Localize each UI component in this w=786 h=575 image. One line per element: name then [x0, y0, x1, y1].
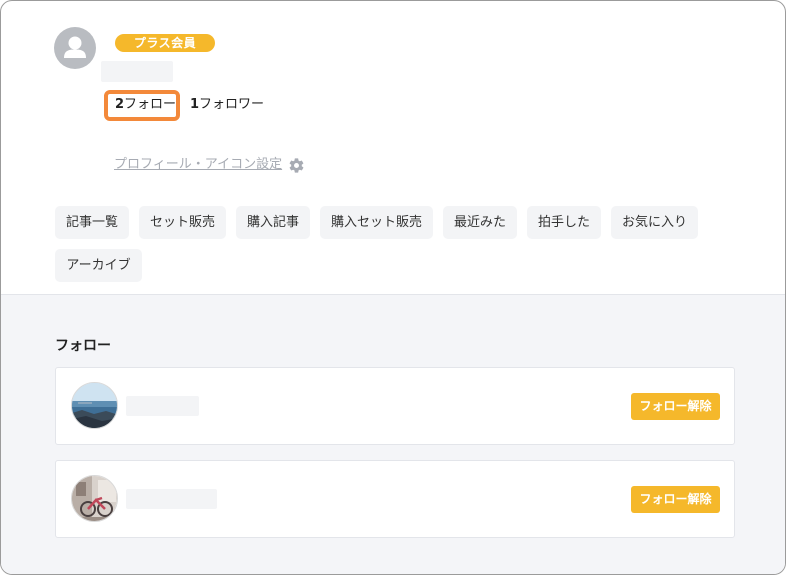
followers-count-link[interactable]: 1フォロワー [190, 97, 264, 113]
tab-purchased-articles[interactable]: 購入記事 [236, 206, 310, 239]
tab-applauded[interactable]: 拍手した [527, 206, 601, 239]
follow-user-card: フォロー解除 [55, 460, 735, 538]
tab-set-sales[interactable]: セット販売 [139, 206, 226, 239]
following-count-link[interactable]: 2フォロー [115, 97, 176, 113]
tab-archive[interactable]: アーカイブ [55, 249, 142, 282]
following-label: フォロー [124, 97, 177, 112]
user-avatar-bicycle-image[interactable] [71, 475, 118, 522]
user-name-placeholder [126, 396, 199, 416]
user-avatar-icon[interactable] [54, 27, 96, 69]
followers-count: 1 [190, 97, 200, 112]
gear-icon [288, 157, 305, 174]
tab-purchased-sets[interactable]: 購入セット販売 [320, 206, 433, 239]
follow-section-title: フォロー [55, 338, 111, 354]
user-name-placeholder [101, 61, 173, 82]
followers-label: フォロワー [199, 97, 265, 112]
unfollow-button[interactable]: フォロー解除 [631, 486, 720, 513]
following-count: 2 [115, 97, 125, 112]
unfollow-button[interactable]: フォロー解除 [631, 393, 720, 420]
follow-user-card: フォロー解除 [55, 367, 735, 445]
tab-favorites[interactable]: お気に入り [611, 206, 698, 239]
tab-articles[interactable]: 記事一覧 [55, 206, 129, 239]
follow-list-section: フォロー フォロー解除 フォロー解除 [1, 294, 785, 574]
profile-settings-label: プロフィール・アイコン設定 [114, 157, 283, 172]
profile-icon-settings-link[interactable]: プロフィール・アイコン設定 [114, 156, 305, 174]
user-name-placeholder [126, 489, 217, 509]
plus-member-badge: プラス会員 [115, 34, 215, 52]
profile-window: プラス会員 2フォロー 1フォロワー プロフィール・アイコン設定 記事一覧 セッ… [0, 0, 786, 575]
tab-recently-viewed[interactable]: 最近みた [443, 206, 517, 239]
user-avatar-seaside-image[interactable] [71, 382, 118, 429]
